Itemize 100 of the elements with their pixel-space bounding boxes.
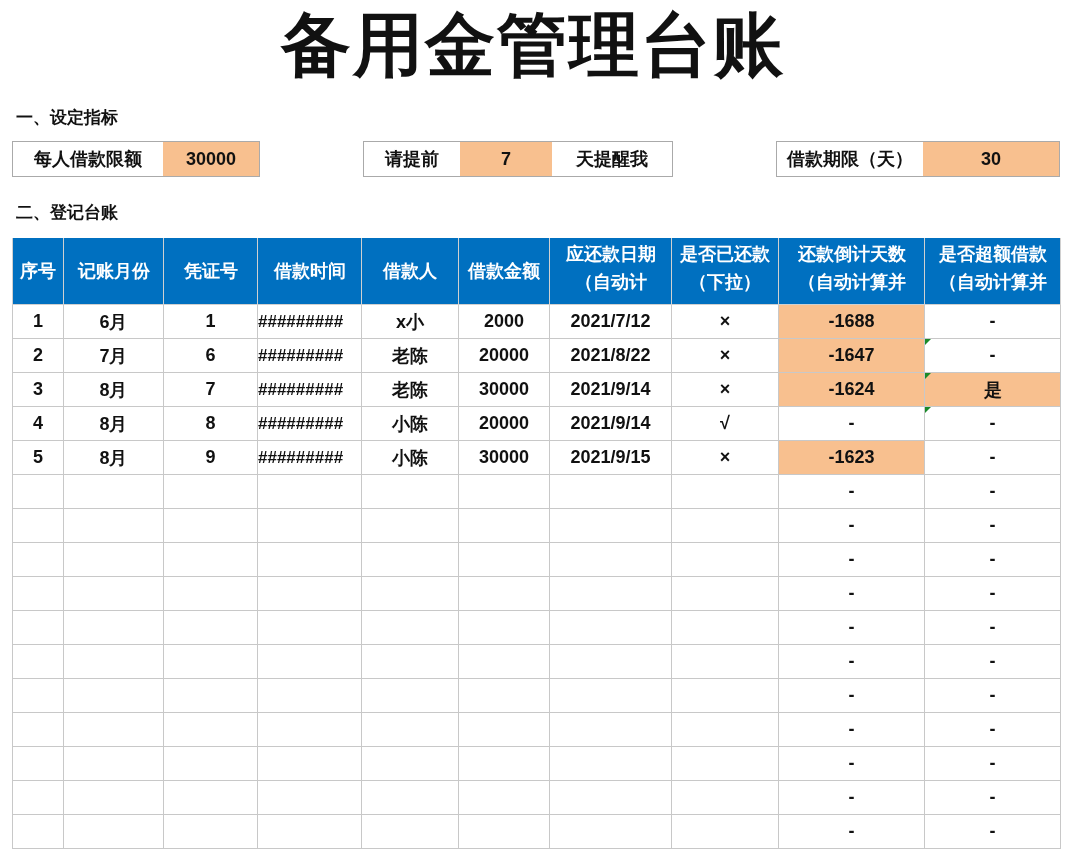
- table-cell: [12, 712, 64, 747]
- table-cell: ×: [671, 304, 779, 339]
- table-cell: 2021/9/14: [549, 406, 672, 441]
- table-cell: x小: [361, 304, 459, 339]
- table-cell: 老陈: [361, 372, 459, 407]
- table-cell: -: [778, 610, 925, 645]
- note-marker-icon: [925, 339, 931, 345]
- table-cell: [12, 678, 64, 713]
- table-cell: 20000: [458, 406, 550, 441]
- table-cell: 7月: [63, 338, 164, 373]
- column-header: 记账月份: [63, 238, 164, 305]
- table-cell: 8月: [63, 440, 164, 475]
- setting-cell: 30: [923, 142, 1059, 176]
- table-cell: -: [924, 644, 1061, 679]
- table-cell: 8月: [63, 372, 164, 407]
- table-cell: 8月: [63, 406, 164, 441]
- table-cell: [12, 644, 64, 679]
- table-cell: 5: [12, 440, 64, 475]
- note-marker-icon: [925, 373, 931, 379]
- setting-cell-text: 天提醒我: [575, 148, 649, 171]
- column-header: 凭证号: [163, 238, 258, 305]
- table-cell: [12, 610, 64, 645]
- table-cell: [12, 508, 64, 543]
- table-cell: [12, 780, 64, 815]
- column-header: 应还款日期（自动计: [549, 238, 672, 305]
- table-cell: -: [924, 542, 1061, 577]
- table-cell: -: [778, 474, 925, 509]
- setting-cell: 7: [460, 142, 552, 176]
- table-cell: #########: [257, 304, 362, 339]
- table-cell: 是: [924, 372, 1061, 407]
- table-cell: -: [778, 814, 925, 849]
- table-cell: -1688: [778, 304, 925, 339]
- table-cell: -: [924, 576, 1061, 611]
- table-cell: 2021/8/22: [549, 338, 672, 373]
- table-cell: -: [778, 780, 925, 815]
- table-cell: -: [924, 508, 1061, 543]
- column-header: 借款时间: [257, 238, 362, 305]
- table-cell: 8: [163, 406, 258, 441]
- column-header: 是否超额借款（自动计算并: [924, 238, 1061, 305]
- table-cell: #########: [257, 406, 362, 441]
- table-cell: 小陈: [361, 440, 459, 475]
- sheet-title: 备用金管理台账: [281, 5, 785, 80]
- table-cell: 2021/9/15: [549, 440, 672, 475]
- setting-cell-text: 借款期限（天）: [785, 148, 914, 171]
- table-cell: [12, 542, 64, 577]
- table-cell: [12, 474, 64, 509]
- table-cell: -: [778, 542, 925, 577]
- table-cell: 1: [163, 304, 258, 339]
- column-header: 借款人: [361, 238, 459, 305]
- table-cell: -1623: [778, 440, 925, 475]
- table-cell: -1647: [778, 338, 925, 373]
- table-cell: #########: [257, 338, 362, 373]
- table-cell: -: [924, 406, 1061, 441]
- table-cell: -: [778, 746, 925, 781]
- table-cell: -: [924, 780, 1061, 815]
- table-cell: -: [778, 406, 925, 441]
- table-cell: 30000: [458, 372, 550, 407]
- table-cell: 小陈: [361, 406, 459, 441]
- table-cell: #########: [257, 372, 362, 407]
- table-cell: 7: [163, 372, 258, 407]
- column-header: 序号: [12, 238, 64, 305]
- table-cell: -: [924, 338, 1061, 373]
- table-cell: [12, 746, 64, 781]
- table-cell: -: [778, 712, 925, 747]
- table-cell: 20000: [458, 338, 550, 373]
- setting-cell: 30000: [163, 142, 259, 176]
- column-header: 是否已还款（下拉）: [671, 238, 779, 305]
- table-cell: -: [924, 440, 1061, 475]
- table-cell: -: [924, 304, 1061, 339]
- table-cell: 30000: [458, 440, 550, 475]
- setting-cell-text: 请提前: [383, 148, 440, 171]
- table-cell: 6: [163, 338, 258, 373]
- table-cell: -: [924, 746, 1061, 781]
- table-cell: -: [924, 814, 1061, 849]
- table-cell: [12, 814, 64, 849]
- table-cell: -: [778, 678, 925, 713]
- table-cell: 4: [12, 406, 64, 441]
- table-cell: -: [778, 508, 925, 543]
- section-heading: 一、设定指标: [16, 107, 118, 129]
- table-cell: ×: [671, 440, 779, 475]
- table-cell: 2021/9/14: [549, 372, 672, 407]
- table-cell: -: [924, 712, 1061, 747]
- table-cell: 2: [12, 338, 64, 373]
- table-cell: 2000: [458, 304, 550, 339]
- section-heading: 二、登记台账: [16, 202, 118, 224]
- column-header: 还款倒计天数（自动计算并: [778, 238, 925, 305]
- table-cell: 老陈: [361, 338, 459, 373]
- table-cell: -: [778, 644, 925, 679]
- table-cell: -: [924, 678, 1061, 713]
- table-cell: -: [924, 474, 1061, 509]
- table-cell: -1624: [778, 372, 925, 407]
- column-header: 借款金额: [458, 238, 550, 305]
- table-cell: -: [924, 610, 1061, 645]
- table-cell: -: [778, 576, 925, 611]
- table-cell: 1: [12, 304, 64, 339]
- table-cell: #########: [257, 440, 362, 475]
- table-cell: 2021/7/12: [549, 304, 672, 339]
- table-cell: √: [671, 406, 779, 441]
- table-cell: ×: [671, 372, 779, 407]
- table-cell: 6月: [63, 304, 164, 339]
